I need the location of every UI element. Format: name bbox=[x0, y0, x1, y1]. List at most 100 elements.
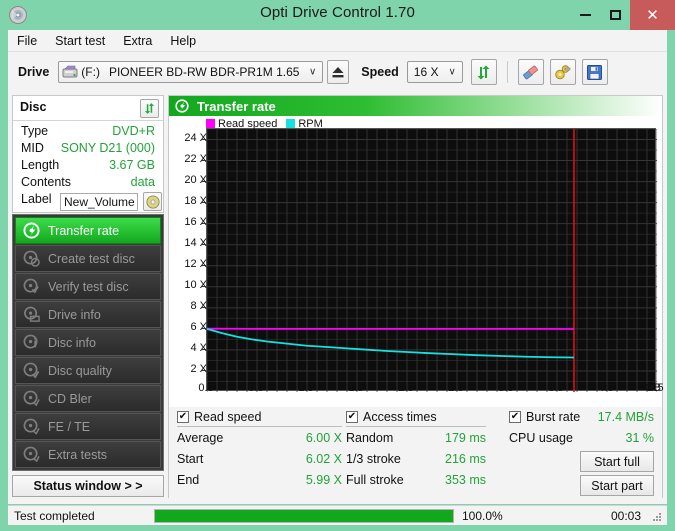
close-icon: ✕ bbox=[646, 6, 659, 24]
disc-key: Contents bbox=[21, 175, 71, 189]
y-axis-tick-label: 16 X bbox=[163, 216, 207, 228]
disc-row-contents: Contents data bbox=[13, 175, 163, 192]
x-axis-tick-label: 1.0 bbox=[298, 382, 313, 394]
client-area: Disc Type DVD+R MID SONY D21 (000) Lengt… bbox=[8, 92, 667, 504]
speed-select[interactable]: 16 X ∨ bbox=[407, 61, 463, 83]
y-axis-tick-label: 14 X bbox=[163, 237, 207, 249]
stat-value: 6.02 X bbox=[306, 452, 342, 466]
sidebar-item-label: Extra tests bbox=[48, 448, 107, 462]
access-times-group: ✔ Access times Random 179 ms 1/3 stroke … bbox=[346, 407, 486, 490]
read-speed-label: Read speed bbox=[194, 410, 261, 424]
sidebar-item-verify-test-disc[interactable]: Verify test disc bbox=[15, 273, 161, 300]
disc-key: MID bbox=[21, 141, 44, 155]
stat-value: 5.99 X bbox=[306, 473, 342, 487]
read-speed-header: ✔ Read speed bbox=[177, 407, 342, 427]
menu-start-test[interactable]: Start test bbox=[46, 32, 114, 50]
sidebar-item-label: CD Bler bbox=[48, 392, 92, 406]
y-axis-tick bbox=[202, 307, 206, 308]
disc-value: SONY D21 (000) bbox=[61, 141, 155, 155]
sidebar-item-disc-info[interactable]: Disc info bbox=[15, 329, 161, 356]
speed-value: 16 X bbox=[414, 65, 439, 79]
y-axis-tick bbox=[202, 244, 206, 245]
stat-value: 6.00 X bbox=[306, 431, 342, 445]
sidebar-item-transfer-rate[interactable]: Transfer rate bbox=[15, 217, 161, 244]
disc-bler-icon bbox=[21, 389, 41, 409]
access-times-header: ✔ Access times bbox=[346, 407, 486, 427]
stat-key: End bbox=[177, 473, 199, 487]
menu-file[interactable]: File bbox=[8, 32, 46, 50]
y-axis-tick bbox=[202, 265, 206, 266]
y-axis-tick-label: 22 X bbox=[163, 153, 207, 165]
sidebar-item-label: Disc quality bbox=[48, 364, 112, 378]
close-button[interactable]: ✕ bbox=[630, 0, 675, 30]
sidebar-item-cd-bler[interactable]: CD Bler bbox=[15, 385, 161, 412]
start-full-button[interactable]: Start full bbox=[580, 451, 654, 472]
sidebar-item-fe-te[interactable]: FE / TE bbox=[15, 413, 161, 440]
stat-row-average: Average 6.00 X bbox=[177, 427, 342, 448]
y-axis-tick-label: 2 X bbox=[163, 363, 207, 375]
sidebar-item-drive-info[interactable]: Drive info bbox=[15, 301, 161, 328]
erase-button[interactable] bbox=[518, 59, 544, 85]
save-button[interactable] bbox=[582, 59, 608, 85]
menu-bar: File Start test Extra Help bbox=[8, 30, 667, 52]
drive-icon bbox=[62, 65, 78, 79]
access-times-checkbox[interactable]: ✔ bbox=[346, 411, 358, 423]
eject-button[interactable] bbox=[327, 60, 349, 84]
drive-name: PIONEER BD-RW BDR-PR1M 1.65 bbox=[109, 65, 299, 79]
progress-bar bbox=[154, 509, 454, 523]
burst-rate-checkbox[interactable]: ✔ bbox=[509, 411, 521, 423]
menu-help[interactable]: Help bbox=[161, 32, 205, 50]
x-axis-tick-label: 0.5 bbox=[248, 382, 263, 394]
maximize-button[interactable] bbox=[600, 0, 630, 30]
disc-icon bbox=[146, 195, 160, 209]
disc-label-button[interactable] bbox=[143, 192, 162, 211]
save-icon bbox=[586, 64, 603, 81]
x-axis-tick-label: 3.5 bbox=[548, 382, 563, 394]
status-window-button[interactable]: Status window > > bbox=[12, 475, 164, 497]
disc-row-type: Type DVD+R bbox=[13, 124, 163, 141]
drive-letter: (F:) bbox=[81, 65, 100, 79]
stat-value: 31 % bbox=[626, 431, 655, 445]
minimize-button[interactable] bbox=[570, 0, 600, 30]
sidebar-item-extra-tests[interactable]: Extra tests bbox=[15, 441, 161, 468]
stat-key: Start bbox=[177, 452, 203, 466]
start-part-button[interactable]: Start part bbox=[580, 475, 654, 496]
sidebar-item-create-test-disc[interactable]: Create test disc bbox=[15, 245, 161, 272]
access-times-label: Access times bbox=[363, 410, 437, 424]
chart-legend: Read speed RPM bbox=[206, 117, 332, 130]
read-speed-checkbox[interactable]: ✔ bbox=[177, 411, 189, 423]
disc-label-input[interactable]: New_Volume bbox=[60, 193, 138, 211]
y-axis-tick bbox=[202, 349, 206, 350]
toolbar: Drive (F:) PIONEER BD-RW BDR-PR1M 1.65 ∨… bbox=[8, 52, 667, 92]
stat-row-random: Random 179 ms bbox=[346, 427, 486, 448]
plot-wrapper: Read speed RPM 2 X4 X6 X8 X10 X12 X14 X1… bbox=[169, 116, 662, 406]
stat-row-end: End 5.99 X bbox=[177, 469, 342, 490]
disc-bolt-icon bbox=[175, 99, 189, 113]
drive-select[interactable]: (F:) PIONEER BD-RW BDR-PR1M 1.65 ∨ bbox=[58, 61, 323, 83]
settings-plug-button[interactable] bbox=[550, 59, 576, 85]
y-axis-tick bbox=[202, 160, 206, 161]
statistics-panel: ✔ Read speed Average 6.00 X Start 6.02 X… bbox=[169, 407, 662, 498]
y-axis-tick bbox=[202, 286, 206, 287]
refresh-button[interactable] bbox=[471, 59, 497, 85]
stat-row-full-stroke: Full stroke 353 ms bbox=[346, 469, 486, 490]
y-axis-tick bbox=[202, 370, 206, 371]
resize-grip-icon[interactable] bbox=[651, 510, 663, 522]
sidebar-item-label: Drive info bbox=[48, 308, 101, 322]
eraser-icon bbox=[522, 64, 539, 81]
legend-swatch-rpm bbox=[286, 119, 295, 128]
chevron-down-icon: ∨ bbox=[309, 67, 316, 78]
y-axis-tick-label: 18 X bbox=[163, 195, 207, 207]
y-axis-tick-label: 6 X bbox=[163, 321, 207, 333]
refresh-icon bbox=[143, 102, 156, 115]
x-axis-tick-label: 3.0 bbox=[498, 382, 513, 394]
transfer-rate-chart[interactable] bbox=[206, 128, 656, 391]
disc-refresh-button[interactable] bbox=[140, 99, 159, 118]
stat-value: 353 ms bbox=[445, 473, 486, 487]
refresh-icon bbox=[475, 64, 492, 81]
stat-key: Full stroke bbox=[346, 473, 404, 487]
sidebar-item-disc-quality[interactable]: Disc quality bbox=[15, 357, 161, 384]
menu-extra[interactable]: Extra bbox=[114, 32, 161, 50]
x-axis-tick-label: 4.0 bbox=[598, 382, 613, 394]
sidebar-item-label: Verify test disc bbox=[48, 280, 129, 294]
